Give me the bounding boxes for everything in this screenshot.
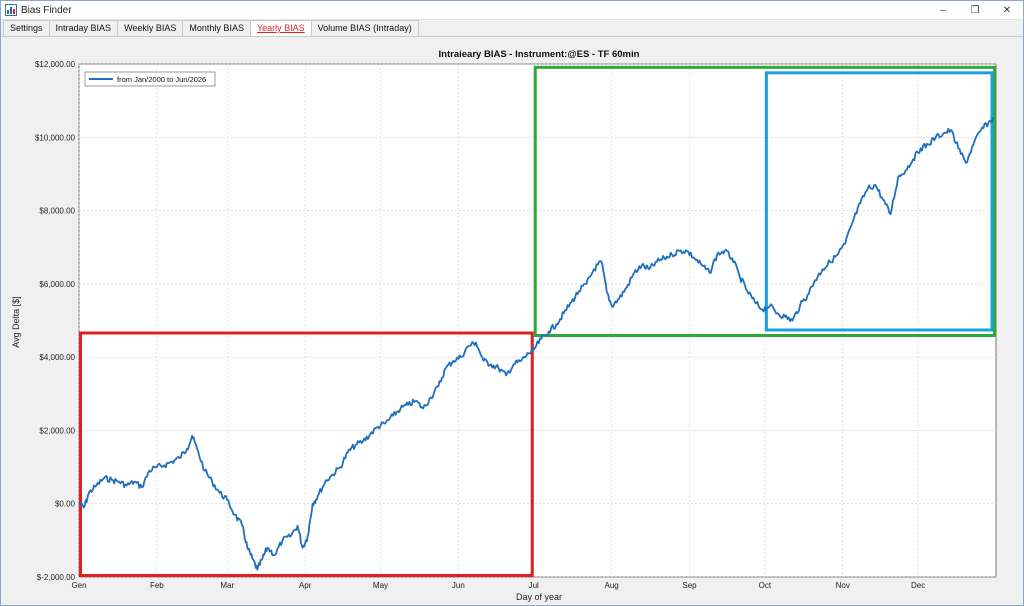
x-tick-label: Apr — [299, 581, 312, 590]
x-tick-label: May — [373, 581, 388, 590]
y-axis-label: Avg Delta [$] — [11, 296, 21, 347]
x-tick-label: Oct — [759, 581, 772, 590]
tab-bar: Settings Intraday BIAS Weekly BIAS Month… — [1, 20, 1023, 37]
x-tick-label: Sep — [682, 581, 697, 590]
tab-weekly-bias[interactable]: Weekly BIAS — [117, 20, 184, 36]
chart-title: Intraieary BIAS - Instrument:@ES - TF 60… — [439, 49, 640, 60]
tab-volume-bias-intraday[interactable]: Volume BIAS (Intraday) — [310, 20, 419, 36]
yearly-bias-chart: $-2,000.00 $0.00 $2,000.00 $4,000.00 $6,000.… — [11, 49, 997, 602]
y-tick-label: $10,000.00 — [35, 133, 76, 142]
plot-background — [78, 63, 997, 578]
x-tick-label: Aug — [604, 581, 618, 590]
app-window: Bias Finder – ❐ ✕ Settings Intraday BIAS… — [0, 0, 1024, 606]
tab-intraday-bias[interactable]: Intraday BIAS — [48, 20, 119, 36]
x-tick-label: Dec — [911, 581, 925, 590]
y-tick-label: $2,000.00 — [39, 426, 75, 435]
y-tick-label: $12,000.00 — [35, 60, 76, 69]
x-tick-label: Mar — [220, 581, 234, 590]
title-bar: Bias Finder – ❐ ✕ — [1, 1, 1023, 20]
y-tick-label: $6,000.00 — [39, 280, 75, 289]
x-tick-label: Nov — [836, 581, 850, 590]
restore-button[interactable]: ❐ — [959, 1, 991, 19]
x-tick-label: Jun — [452, 581, 465, 590]
tab-monthly-bias[interactable]: Monthly BIAS — [182, 20, 251, 36]
tab-yearly-bias[interactable]: Yearly BIAS — [249, 20, 312, 36]
app-chart-icon — [5, 4, 17, 16]
tab-settings[interactable]: Settings — [3, 20, 50, 36]
y-tick-label: $8,000.00 — [39, 207, 75, 216]
y-tick-label: $-2,000.00 — [37, 573, 76, 582]
y-tick-label: $0.00 — [55, 500, 76, 509]
close-button[interactable]: ✕ — [991, 1, 1023, 19]
legend-label: from Jan/2000 to Jun/2026 — [117, 75, 206, 84]
window-title: Bias Finder — [21, 4, 72, 16]
minimize-button[interactable]: – — [927, 1, 959, 19]
legend: from Jan/2000 to Jun/2026 — [84, 71, 216, 87]
x-tick-label: Feb — [150, 581, 164, 590]
x-tick-label: Jul — [529, 581, 539, 590]
x-tick-label: Gen — [71, 581, 86, 590]
x-axis-label: Day of year — [516, 592, 562, 602]
y-tick-label: $4,000.00 — [39, 353, 75, 362]
chart-panel: $-2,000.00 $0.00 $2,000.00 $4,000.00 $6,000.… — [1, 37, 1023, 605]
